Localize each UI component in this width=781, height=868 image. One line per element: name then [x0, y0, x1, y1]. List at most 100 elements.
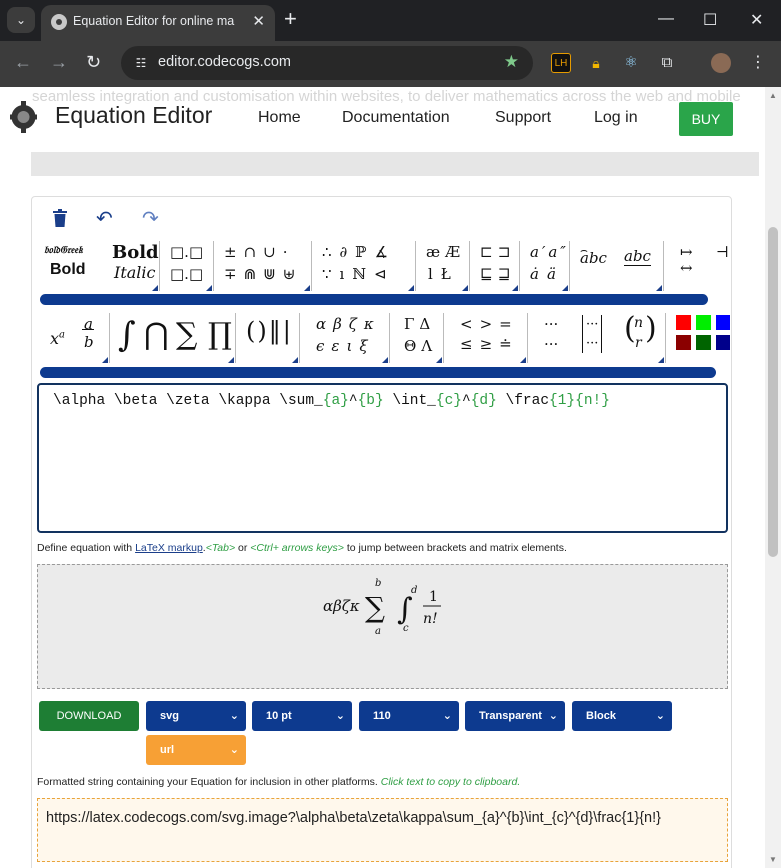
address-url[interactable]: editor.codecogs.com	[158, 54, 291, 70]
font-style-group[interactable]: 𝔟𝔬𝔩𝔡𝔊𝔯𝔢𝔢𝔨 Bold Bold Italic	[40, 241, 160, 291]
relation-group[interactable]: <>= ≤≥≐	[448, 313, 528, 363]
back-icon[interactable]: ←	[14, 52, 32, 73]
color-swatch-blue[interactable]	[716, 315, 730, 330]
accent-group[interactable]: a′a″ ȧä	[524, 241, 570, 291]
color-swatch-green[interactable]	[696, 315, 711, 330]
lighthouse-extension-icon[interactable]: LH	[551, 53, 571, 73]
palette-scrollbar-1[interactable]	[40, 294, 708, 305]
nav-home[interactable]: Home	[258, 109, 301, 127]
font-size-select[interactable]: 10 pt ⌄	[252, 701, 352, 731]
page-scrollbar[interactable]: ▲ ▼	[765, 87, 781, 868]
redo-icon[interactable]: ↷	[142, 206, 159, 231]
copy-hint-action: Click text to copy to clipboard.	[380, 776, 521, 788]
bracket-group[interactable]: ()‖|	[240, 313, 300, 363]
extensions-icon[interactable]: ⧉	[657, 53, 677, 73]
symbol-palette-row-1: 𝔟𝔬𝔩𝔡𝔊𝔯𝔢𝔢𝔨 Bold Bold Italic □.□ □.□ ±∩∪· …	[40, 237, 730, 293]
hint-text: to jump between brackets and matrix elem…	[343, 542, 567, 554]
profile-avatar[interactable]	[711, 53, 731, 73]
address-bar[interactable]: ☷ editor.codecogs.com ★	[121, 46, 533, 80]
ligature-group[interactable]: æÆ lŁ	[420, 241, 470, 291]
react-extension-icon[interactable]: ⚛	[621, 53, 641, 73]
palette-scrollbar-2[interactable]	[40, 367, 716, 378]
font-size-select-value: 10 pt	[266, 710, 292, 722]
browser-window: ⌄ Equation Editor for online ma ✕ + — ☐ …	[0, 0, 781, 868]
color-swatch-dark-red[interactable]	[676, 335, 691, 350]
chevron-down-icon: ⌄	[335, 710, 345, 722]
operator-group[interactable]: ±∩∪· ∓⋒⋓⊎	[218, 241, 312, 291]
latex-arg: {a}	[322, 393, 349, 409]
browser-menu-icon[interactable]: ⋮	[748, 53, 768, 73]
rendered-equation[interactable]: αβζκ ∑ b a ∫ d c 1 n!	[323, 573, 453, 637]
format-select-value: svg	[160, 710, 179, 722]
nav-documentation[interactable]: Documentation	[342, 109, 450, 127]
lock-extension-icon[interactable]: 🔒︎	[586, 53, 606, 73]
format-select[interactable]: svg ⌄	[146, 701, 246, 731]
output-url-box[interactable]: https://latex.codecogs.com/svg.image?\al…	[37, 798, 728, 862]
box-template-group[interactable]: □.□ □.□	[164, 241, 214, 291]
output-type-select[interactable]: url ⌄	[146, 735, 246, 765]
latex-markup-link[interactable]: LaTeX markup	[135, 542, 203, 554]
display-select[interactable]: Block ⌄	[572, 701, 672, 731]
scroll-down-icon[interactable]: ▼	[769, 855, 777, 864]
scrollbar-thumb[interactable]	[768, 227, 778, 557]
chevron-down-icon: ⌄	[655, 710, 665, 722]
tune-icon[interactable]: ☷	[132, 54, 150, 72]
decoration-group[interactable]: abc ⌢ abc	[574, 241, 664, 291]
superscript-fraction-group[interactable]: xa a b	[40, 313, 110, 363]
browser-toolbar: ← → ↻ ☷ editor.codecogs.com ★ LH 🔒︎ ⚛ ⧉ …	[0, 41, 781, 87]
greek-upper-group[interactable]: ΓΔ ΘΛ	[394, 313, 444, 363]
nav-support[interactable]: Support	[495, 109, 551, 127]
new-tab-button[interactable]: +	[284, 8, 297, 30]
forward-icon[interactable]: →	[50, 52, 68, 73]
buy-button[interactable]: BUY	[679, 102, 733, 136]
active-tab[interactable]: Equation Editor for online ma ✕	[41, 5, 275, 41]
tab-strip: ⌄ Equation Editor for online ma ✕ + — ☐ …	[0, 0, 781, 41]
undo-icon[interactable]: ↶	[96, 206, 113, 231]
matrix-group[interactable]: ··· ··· ··· ··· ( n r )	[532, 311, 666, 363]
tab-favicon-icon	[51, 14, 67, 30]
download-button[interactable]: DOWNLOAD	[39, 701, 139, 731]
latex-arg: {d}	[470, 393, 497, 409]
latex-arg: {c}	[435, 393, 462, 409]
arrow-group[interactable]: ↦ ↔ ⊣	[668, 241, 730, 291]
maximize-button[interactable]: ☐	[703, 10, 717, 30]
latex-text-part: \alpha \beta \zeta \kappa \sum_	[53, 393, 323, 409]
copy-hint: Formatted string containing your Equatio…	[37, 776, 520, 788]
latex-arg: {n!}	[575, 393, 610, 409]
svg-text:a: a	[375, 626, 381, 637]
output-type-select-value: url	[160, 744, 175, 756]
scroll-up-icon[interactable]: ▲	[769, 91, 777, 100]
latex-arg: {1}	[549, 393, 576, 409]
minimize-button[interactable]: —	[658, 10, 674, 28]
copy-hint-text: Formatted string containing your Equatio…	[37, 776, 381, 788]
hint-tab-key: <Tab>	[205, 542, 236, 554]
site-brand[interactable]: Equation Editor	[55, 102, 212, 129]
dpi-select[interactable]: 110 ⌄	[359, 701, 459, 731]
svg-text:∫: ∫	[397, 592, 413, 627]
latex-text-part: ^	[462, 393, 471, 409]
nav-login[interactable]: Log in	[594, 109, 638, 127]
star-icon[interactable]: ★	[504, 52, 519, 72]
close-window-button[interactable]: ✕	[750, 10, 763, 30]
display-select-value: Block	[586, 710, 616, 722]
symbol-palette-row-2: xa a b ∫ ⋂ ∑ ∏ ()‖| αβζκ ϵειξ ΓΔ ΘΛ <>= …	[40, 309, 730, 365]
greek-lower-group[interactable]: αβζκ ϵειξ	[304, 313, 390, 363]
latex-input[interactable]: \alpha \beta \zeta \kappa \sum_{a}^{b} \…	[37, 383, 728, 533]
hint-arrow-keys: <Ctrl+ arrows keys>	[250, 542, 344, 554]
hint-text: or	[235, 542, 251, 554]
dpi-select-value: 110	[373, 710, 391, 722]
reload-icon[interactable]: ↻	[86, 52, 101, 73]
svg-text:d: d	[411, 585, 417, 596]
tab-close-icon[interactable]: ✕	[252, 12, 265, 30]
background-select[interactable]: Transparent ⌄	[465, 701, 565, 731]
color-swatch-red[interactable]	[676, 315, 691, 330]
color-swatch-dark-green[interactable]	[696, 335, 711, 350]
trash-icon[interactable]	[52, 209, 68, 227]
color-swatch-dark-blue[interactable]	[716, 335, 730, 350]
latex-text-part: \frac	[496, 393, 550, 409]
big-operator-group[interactable]: ∫ ⋂ ∑ ∏	[114, 313, 236, 363]
codecogs-logo-icon[interactable]	[10, 97, 37, 137]
logic-group[interactable]: ∴∂ℙ∡ ∵ıℕ⊲	[316, 241, 416, 291]
tab-search-button[interactable]: ⌄	[7, 7, 35, 33]
subset-group[interactable]: ⊏⊐ ⊑⊒	[474, 241, 520, 291]
